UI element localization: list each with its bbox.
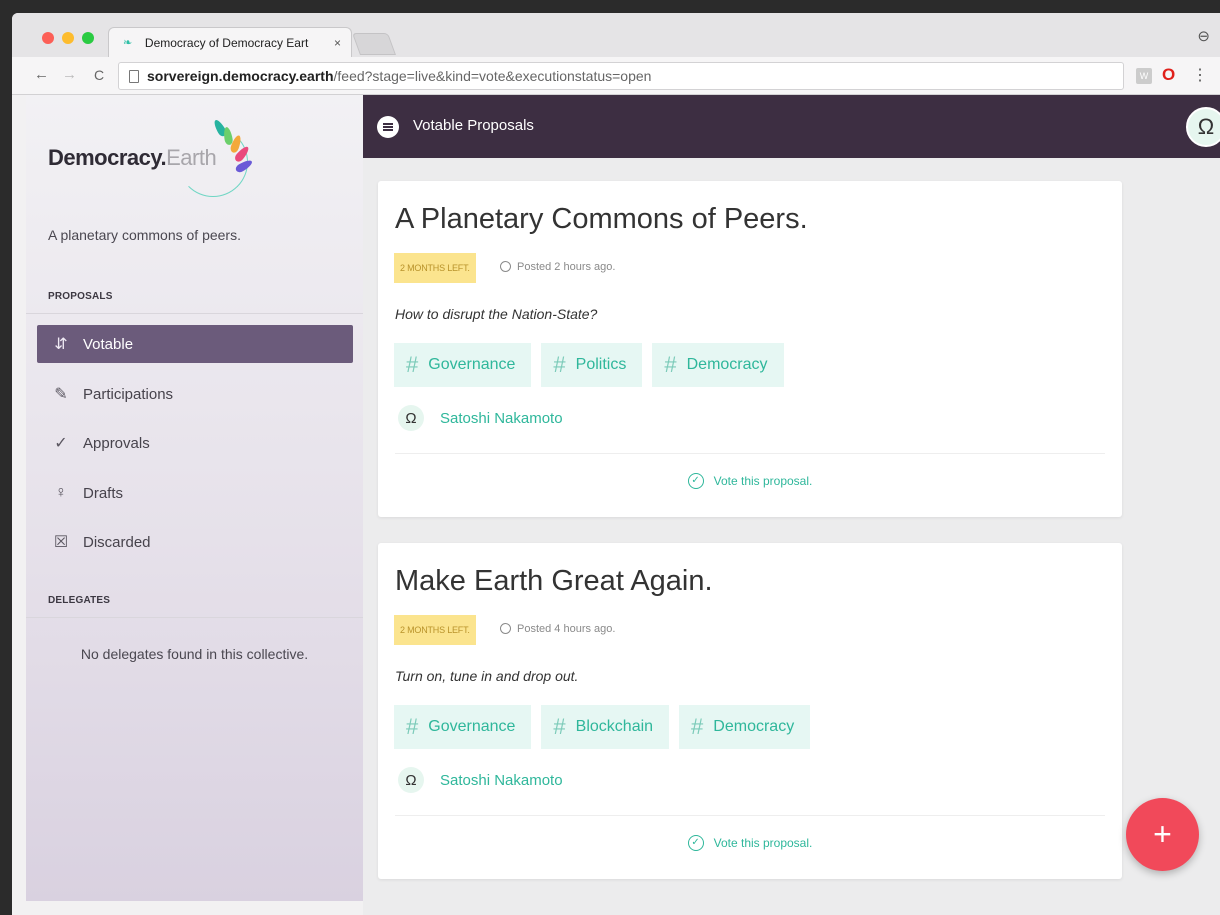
check-circle-icon: ✓ — [687, 473, 704, 489]
menu-icon[interactable] — [377, 116, 399, 138]
tag-list: # Governance # Politics # Democracy — [394, 343, 794, 387]
proposal-title[interactable]: Make Earth Great Again. — [395, 565, 713, 598]
minimize-window-button[interactable] — [62, 32, 74, 44]
posted-time: Posted 4 hours ago. — [500, 623, 615, 635]
posted-text: Posted 2 hours ago. — [517, 261, 616, 273]
sidebar-item-label: Votable — [83, 335, 134, 353]
discard-icon: ☒ — [53, 534, 69, 551]
author[interactable]: Ω Satoshi Nakamoto — [398, 405, 563, 431]
browser-menu-icon[interactable]: ⋮ — [1192, 65, 1208, 85]
proposal-title[interactable]: A Planetary Commons of Peers. — [395, 203, 808, 236]
browser-window: ❧ Democracy of Democracy Eart × ⊖ ← → C … — [12, 13, 1220, 915]
user-avatar[interactable]: Ω — [1186, 107, 1220, 147]
tag-politics[interactable]: # Politics — [541, 343, 643, 387]
tag-label: Democracy — [686, 356, 768, 373]
author-avatar: Ω — [398, 405, 424, 431]
posted-time: Posted 2 hours ago. — [500, 261, 615, 273]
vote-label: Vote this proposal. — [713, 836, 813, 850]
page-title: Votable Proposals — [413, 117, 534, 134]
logo-bold-text: Democracy — [48, 145, 161, 170]
tag-democracy[interactable]: # Democracy — [652, 343, 784, 387]
delegates-empty-message: No delegates found in this collective. — [80, 646, 309, 662]
sidebar-item-votable[interactable]: ⇵ Votable — [37, 325, 353, 363]
author-avatar: Ω — [398, 767, 424, 793]
pen-icon: ✎ — [54, 386, 68, 403]
sidebar-item-label: Drafts — [83, 484, 124, 502]
tag-label: Governance — [428, 356, 516, 373]
divider — [395, 453, 1105, 454]
sidebar-item-discarded[interactable]: ☒ Discarded — [37, 523, 353, 561]
posted-text: Posted 4 hours ago. — [517, 623, 616, 635]
profile-icon[interactable]: ⊖ — [1197, 27, 1210, 45]
url-path: /feed?stage=live&kind=vote&executionstat… — [333, 68, 652, 84]
browser-toolbar: ← → C sorvereign.democracy.earth/feed?st… — [12, 57, 1220, 95]
tag-governance[interactable]: # Governance — [394, 705, 532, 749]
close-window-button[interactable] — [42, 32, 54, 44]
sidebar-item-participations[interactable]: ✎ Participations — [37, 375, 353, 413]
tagline: A planetary commons of peers. — [48, 227, 241, 243]
sidebar-item-label: Approvals — [83, 434, 150, 452]
top-bar: Votable Proposals Ω — [363, 95, 1220, 158]
sidebar-item-approvals[interactable]: ✓ Approvals — [37, 424, 353, 462]
vote-button[interactable]: ✓ Vote this proposal. — [378, 473, 1122, 489]
sidebar-item-label: Discarded — [83, 533, 151, 551]
hash-icon: # — [553, 714, 566, 739]
divider — [395, 815, 1105, 816]
tag-blockchain[interactable]: # Blockchain — [541, 705, 670, 749]
reload-icon[interactable]: C — [94, 67, 104, 83]
clock-icon — [500, 623, 511, 634]
divider — [26, 313, 363, 314]
sidebar: Democracy.Earth A planetary commons of p… — [26, 95, 363, 901]
tag-democracy[interactable]: # Democracy — [679, 705, 811, 749]
tab-close-icon[interactable]: × — [334, 36, 341, 50]
forward-arrow-icon[interactable]: → — [62, 66, 77, 83]
proposal-description: How to disrupt the Nation-State? — [395, 306, 598, 322]
url-host: sorvereign.democracy.earth — [147, 68, 334, 84]
author-name: Satoshi Nakamoto — [440, 409, 563, 427]
delegates-section-label: DELEGATES — [48, 595, 111, 606]
signpost-icon: ⇵ — [54, 336, 68, 353]
sidebar-item-label: Participations — [83, 385, 174, 403]
leaf-favicon-icon: ❧ — [123, 36, 133, 49]
proposal-card: A Planetary Commons of Peers. 2 MONTHS L… — [378, 181, 1122, 517]
time-left-badge: 2 MONTHS LEFT. — [394, 253, 476, 283]
check-circle-icon: ✓ — [687, 835, 704, 851]
bulb-icon: ♀ — [55, 484, 67, 501]
author[interactable]: Ω Satoshi Nakamoto — [398, 767, 563, 793]
tag-label: Democracy — [713, 718, 795, 735]
check-circle-icon: ✓ — [54, 435, 68, 452]
proposals-section-label: PROPOSALS — [48, 291, 113, 302]
back-arrow-icon[interactable]: ← — [34, 66, 49, 83]
hash-icon: # — [691, 714, 704, 739]
hash-icon: # — [553, 352, 566, 377]
tab-strip: ❧ Democracy of Democracy Eart × ⊖ — [12, 13, 1220, 57]
extension-icon[interactable]: W — [1136, 68, 1152, 84]
author-name: Satoshi Nakamoto — [440, 771, 563, 789]
address-bar[interactable]: sorvereign.democracy.earth/feed?stage=li… — [118, 62, 1124, 90]
vote-label: Vote this proposal. — [713, 474, 813, 488]
hash-icon: # — [406, 352, 419, 377]
opera-extension-icon[interactable]: O — [1162, 65, 1175, 85]
hash-icon: # — [406, 714, 419, 739]
new-tab-button[interactable] — [351, 33, 397, 55]
proposal-card: Make Earth Great Again. 2 MONTHS LEFT. P… — [378, 543, 1122, 879]
tag-label: Governance — [428, 718, 516, 735]
page-icon — [129, 69, 139, 83]
maximize-window-button[interactable] — [82, 32, 94, 44]
time-left-badge: 2 MONTHS LEFT. — [394, 615, 476, 645]
divider — [26, 617, 363, 618]
proposal-feed: A Planetary Commons of Peers. 2 MONTHS L… — [363, 158, 1220, 915]
proposal-description: Turn on, tune in and drop out. — [395, 668, 579, 684]
add-proposal-button[interactable]: + — [1126, 798, 1199, 871]
browser-tab[interactable]: ❧ Democracy of Democracy Eart × — [108, 27, 352, 57]
tab-title: Democracy of Democracy Eart — [144, 35, 309, 50]
vote-button[interactable]: ✓ Vote this proposal. — [378, 835, 1122, 851]
clock-icon — [500, 261, 511, 272]
tag-label: Blockchain — [575, 718, 654, 735]
tag-list: # Governance # Blockchain # Democracy — [394, 705, 820, 749]
hash-icon: # — [664, 352, 677, 377]
tag-governance[interactable]: # Governance — [394, 343, 532, 387]
tag-label: Politics — [575, 356, 627, 373]
sidebar-item-drafts[interactable]: ♀ Drafts — [37, 474, 353, 512]
